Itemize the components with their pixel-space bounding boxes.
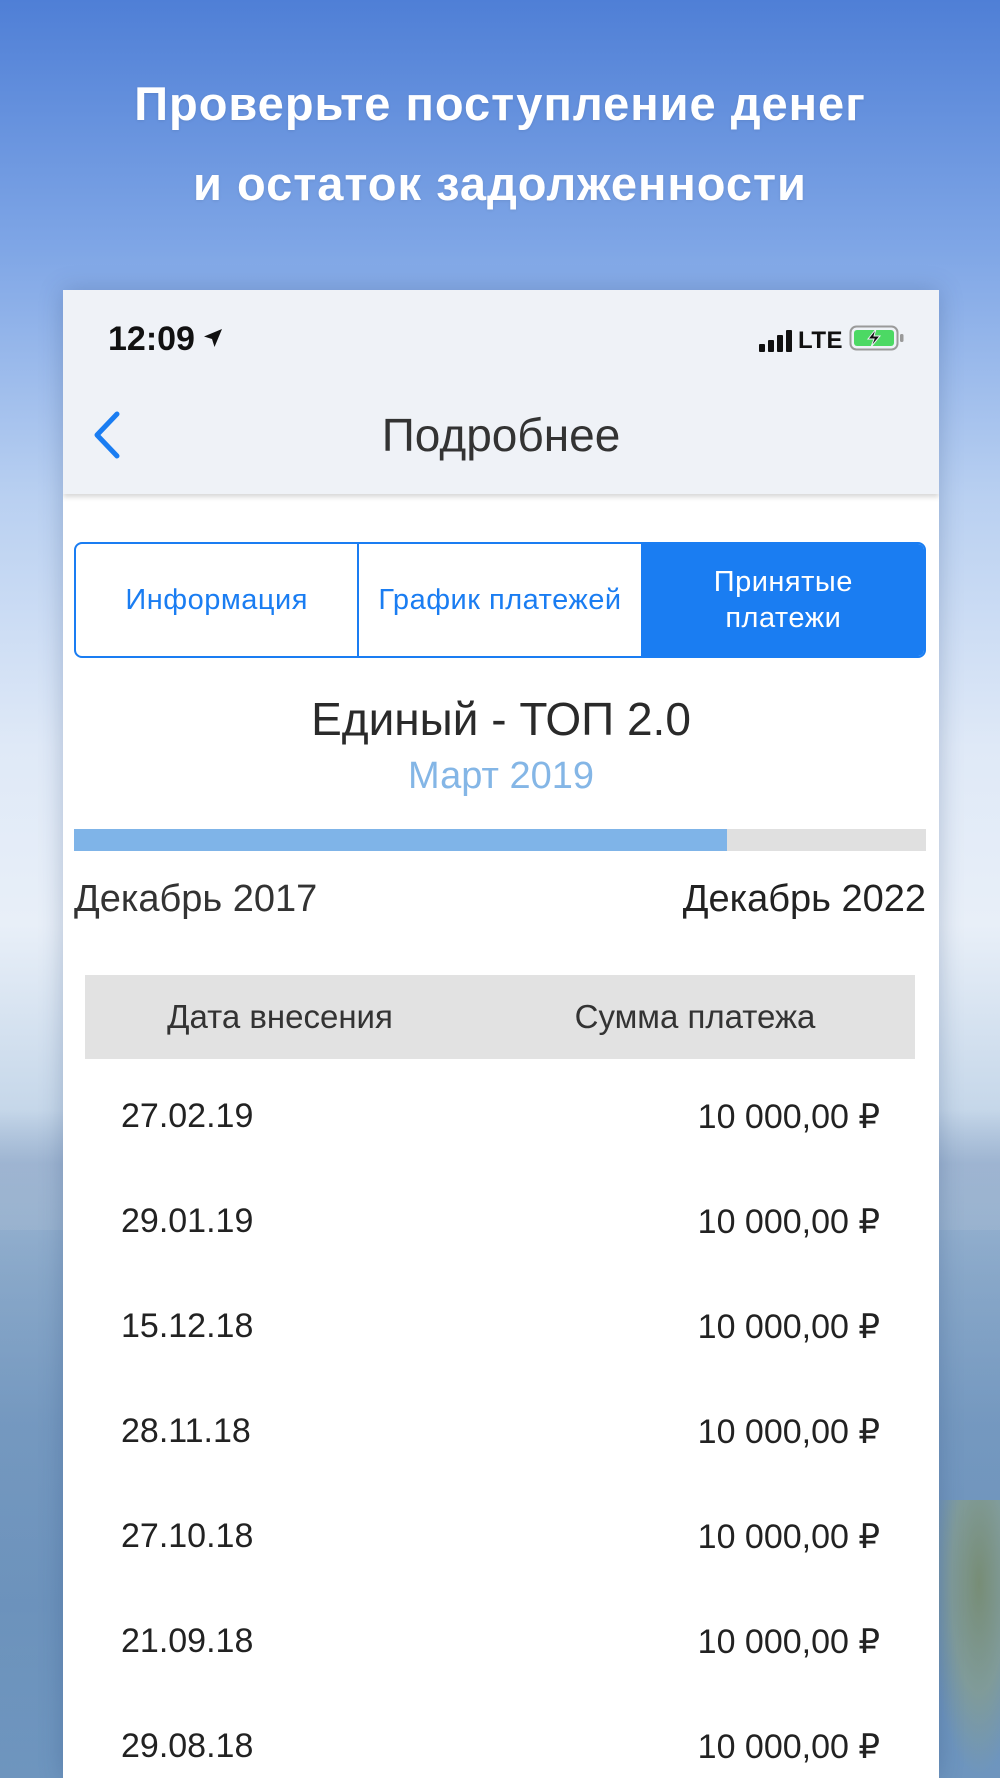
table-row: 21.09.18 10 000,00 ₽	[63, 1586, 939, 1691]
payment-date: 27.02.19	[121, 1097, 254, 1135]
payment-amount: 10 000,00 ₽	[697, 1413, 880, 1451]
payment-date: 29.01.19	[121, 1202, 254, 1240]
tab-accepted-payments[interactable]: Принятые платежи	[640, 544, 924, 656]
column-header-date: Дата внесения	[167, 998, 393, 1035]
table-row: 27.02.19 10 000,00 ₽	[63, 1061, 939, 1166]
network-type: LTE	[797, 326, 843, 354]
payment-amount: 10 000,00 ₽	[697, 1518, 880, 1556]
table-row: 15.12.18 10 000,00 ₽	[63, 1271, 939, 1376]
status-indicators: LTE	[758, 324, 905, 357]
payment-amount: 10 000,00 ₽	[697, 1308, 880, 1346]
payments-list: 27.02.19 10 000,00 ₽ 29.01.19 10 000,00 …	[63, 1061, 939, 1778]
table-row: 28.11.18 10 000,00 ₽	[63, 1376, 939, 1481]
term-start-label: Декабрь 2017	[74, 878, 318, 920]
status-time-text: 12:09	[108, 320, 195, 358]
top-bar: 12:09 LTE Подробнее	[63, 290, 939, 494]
promo-headline: Проверьте поступление денег и остаток за…	[0, 64, 1000, 224]
payment-amount: 10 000,00 ₽	[697, 1728, 880, 1766]
tab-payment-schedule[interactable]: График платежей	[357, 544, 640, 656]
term-end-label: Декабрь 2022	[682, 878, 926, 920]
signal-bars-icon	[758, 329, 792, 352]
payment-date: 27.10.18	[121, 1517, 254, 1555]
table-row: 29.01.19 10 000,00 ₽	[63, 1166, 939, 1271]
column-header-amount: Сумма платежа	[574, 998, 816, 1035]
page-title: Подробнее	[381, 409, 621, 461]
status-time: 12:09	[108, 320, 225, 359]
battery-charging-icon	[849, 324, 905, 357]
location-arrow-icon	[201, 320, 225, 359]
payment-date: 28.11.18	[121, 1412, 251, 1450]
tabs-segmented-control: Информация График платежей Принятые плат…	[74, 542, 926, 658]
payment-amount: 10 000,00 ₽	[697, 1098, 880, 1136]
table-row: 27.10.18 10 000,00 ₽	[63, 1481, 939, 1586]
payment-amount: 10 000,00 ₽	[697, 1203, 880, 1241]
payment-date: 21.09.18	[121, 1622, 254, 1660]
background-tree	[930, 1500, 1000, 1778]
promo-headline-line-2: и остаток задолженности	[193, 157, 807, 210]
payment-amount: 10 000,00 ₽	[697, 1623, 880, 1661]
tab-information-label: Информация	[125, 584, 308, 616]
table-row: 29.08.18 10 000,00 ₽	[63, 1691, 939, 1778]
promo-headline-line-1: Проверьте поступление денег	[134, 77, 866, 130]
product-name: Единый - ТОП 2.0	[311, 693, 691, 745]
payment-date: 15.12.18	[121, 1307, 254, 1345]
payment-date: 29.08.18	[121, 1727, 254, 1765]
term-progress-fill	[74, 829, 727, 851]
term-progress-bar	[74, 829, 926, 851]
phone-screen: 12:09 LTE Подробнее Информация График пл…	[63, 290, 939, 1778]
tab-accepted-payments-label: Принятые платежи	[713, 566, 853, 634]
tab-information[interactable]: Информация	[76, 544, 357, 656]
payments-table-header: Дата внесения Сумма платежа	[85, 975, 915, 1059]
tab-payment-schedule-label: График платежей	[378, 584, 622, 616]
current-month: Март 2019	[407, 755, 594, 797]
